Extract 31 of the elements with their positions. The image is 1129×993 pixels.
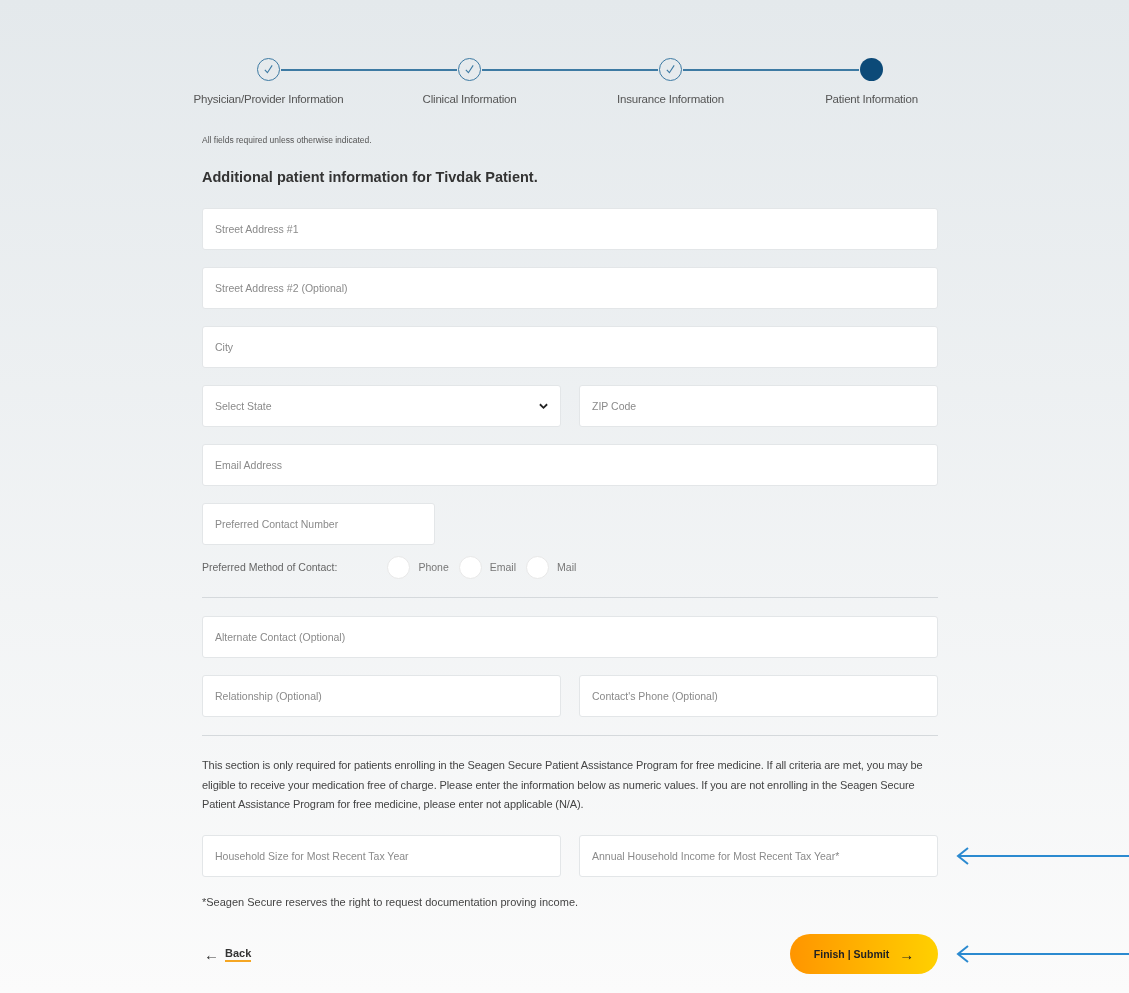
input-field[interactable]: Street Address #1 xyxy=(202,208,938,251)
step-label: Clinical Information xyxy=(422,92,517,107)
check-icon xyxy=(464,64,475,75)
radio-option[interactable]: Email xyxy=(458,556,517,580)
info-paragraph: This section is only required for patients enrolling in the Seagen Secure Patient Assistance Program for free medicine. If all criteria are met, you may be eligible to receive your medication free of charge. Please enter the information below as numeric values. If you are not enrolling in the Seagen Secure Patient Assistance Program for free medicine, please enter not applicable (N/A). xyxy=(202,758,924,813)
input-field[interactable]: Preferred Contact Number xyxy=(202,503,435,546)
submit-button[interactable]: Finish | Submit → xyxy=(790,934,938,975)
select-placeholder: Select State xyxy=(215,398,272,414)
select-field[interactable]: Select State xyxy=(202,385,561,428)
step-label: Patient Information xyxy=(825,92,918,107)
input-field[interactable]: Relationship (Optional) xyxy=(202,675,561,718)
input-field[interactable]: Alternate Contact (Optional) xyxy=(202,616,938,659)
step-label: Insurance Information xyxy=(617,92,724,107)
check-icon xyxy=(665,64,676,75)
input-field[interactable]: Contact's Phone (Optional) xyxy=(579,675,938,718)
chevron-down-icon xyxy=(539,402,548,410)
required-note: All fields required unless otherwise indicated. xyxy=(202,134,373,147)
input-field[interactable]: Email Address xyxy=(202,444,938,487)
input-field[interactable]: ZIP Code xyxy=(579,385,938,428)
input-field[interactable]: Annual Household Income for Most Recent Tax Year* xyxy=(579,834,938,877)
step-label: Physician/Provider Information xyxy=(193,92,344,107)
check-icon xyxy=(263,64,274,75)
radio-option[interactable]: Phone xyxy=(387,556,449,580)
input-field[interactable]: Household Size for Most Recent Tax Year xyxy=(202,834,561,877)
radio-option[interactable]: Mail xyxy=(526,556,577,580)
footnote: *Seagen Secure reserves the right to request documentation proving income. xyxy=(202,894,580,910)
radio-group-label: Preferred Method of Contact: xyxy=(202,560,338,575)
back-link[interactable]: ← Back xyxy=(204,946,252,962)
input-field[interactable]: Street Address #2 (Optional) xyxy=(202,267,938,310)
input-field[interactable]: City xyxy=(202,326,938,369)
section-heading: Additional patient information for Tivdak Patient. xyxy=(202,169,539,187)
